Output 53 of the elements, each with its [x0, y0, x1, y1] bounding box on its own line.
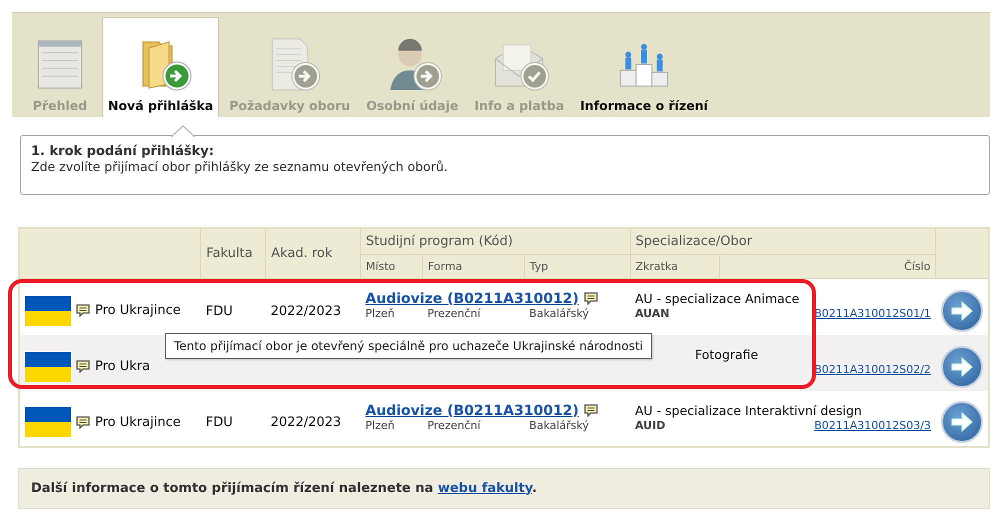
arrow-icon	[950, 411, 974, 433]
comment-icon	[76, 416, 90, 428]
tab[interactable]: Informace o řízení	[574, 32, 714, 117]
specialization-text: AU - specializace Interaktivní design	[635, 402, 862, 418]
subheader-cell: Zkratka	[630, 254, 720, 278]
row-label: Pro Ukra	[95, 359, 150, 374]
comment-icon	[584, 404, 598, 417]
subheader-cell: Číslo	[720, 254, 936, 278]
year-cell: 2022/2023	[270, 415, 342, 430]
header-cell: Studijní program (Kód)	[360, 228, 630, 254]
abbreviation-text: AUID	[635, 418, 666, 432]
arrow-icon	[950, 300, 974, 322]
comment-icon	[76, 360, 90, 373]
form-text: Prezenční	[427, 306, 480, 320]
specialization-text: AU - specializace Animace	[635, 290, 800, 306]
next-button[interactable]	[940, 346, 983, 388]
info-footer: Další informace o tomto přijímacím řízení naleznete na webu fakulty.	[18, 468, 990, 508]
type-text: Bakalářský	[529, 306, 589, 320]
form-text: Prezenční	[427, 418, 480, 432]
next-button[interactable]	[940, 401, 983, 443]
tab[interactable]: Nová přihláška	[102, 17, 220, 117]
program-link[interactable]: Audiovize (B0211A310012)	[365, 402, 579, 418]
year-cell: 2022/2023	[270, 304, 342, 318]
next-button[interactable]	[940, 290, 983, 332]
flag-icon	[25, 352, 71, 382]
header-cell: Fakulta	[200, 228, 266, 278]
step-title: 1. krok podání přihlášky:	[31, 144, 215, 159]
program-link[interactable]: Audiovize (B0211A310012)	[365, 290, 579, 306]
place-text: Plzeň	[365, 306, 395, 320]
number-link[interactable]: B0211A310012S02/2	[814, 362, 931, 376]
place-text: Plzeň	[365, 418, 395, 432]
step-text: Zde zvolíte přijímací obor přihlášky ze seznamu otevřených oborů.	[31, 159, 449, 174]
number-link[interactable]: B0211A310012S01/1	[814, 306, 931, 320]
row-label: Pro Ukrajince	[95, 303, 181, 318]
type-text: Bakalářský	[529, 418, 589, 432]
faculty-cell: FDU	[206, 304, 233, 318]
subheader-cell: Forma	[422, 254, 524, 278]
comment-icon	[584, 292, 598, 305]
subheader-cell: Místo	[360, 254, 422, 278]
header-cell: Akad. rok	[266, 228, 360, 278]
subheader-cell: Typ	[524, 254, 630, 278]
header-cell: Specializace/Obor	[630, 228, 936, 254]
number-link[interactable]: B0211A310012S03/3	[814, 418, 931, 432]
flag-icon	[25, 407, 71, 437]
row-label: Pro Ukrajince	[95, 414, 181, 430]
comment-icon	[76, 304, 90, 317]
flag-icon	[25, 296, 71, 326]
faculty-cell: FDU	[206, 415, 233, 430]
arrow-icon	[950, 356, 974, 378]
tooltip: Tento přijímací obor je otevřený speciálně pro uchazeče Ukrajinské národnosti	[165, 333, 652, 359]
faculty-web-link[interactable]: webu fakulty	[438, 480, 532, 496]
specialization-text: Fotografie	[695, 346, 758, 362]
abbreviation-text: AUAN	[635, 306, 670, 320]
